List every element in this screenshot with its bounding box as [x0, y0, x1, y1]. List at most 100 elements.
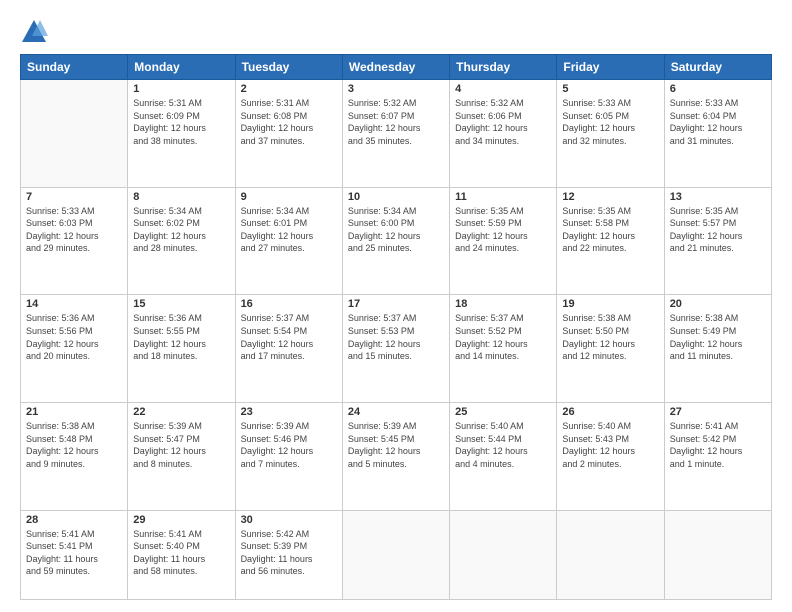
- calendar-cell: [21, 80, 128, 188]
- day-number: 9: [241, 191, 337, 203]
- day-info: Sunrise: 5:33 AMSunset: 6:03 PMDaylight:…: [26, 205, 122, 255]
- calendar-cell: [342, 510, 449, 599]
- day-info: Sunrise: 5:33 AMSunset: 6:05 PMDaylight:…: [562, 97, 658, 147]
- calendar-cell: 1 Sunrise: 5:31 AMSunset: 6:09 PMDaylight…: [128, 80, 235, 188]
- weekday-header-sunday: Sunday: [21, 55, 128, 80]
- day-number: 12: [562, 191, 658, 203]
- day-info: Sunrise: 5:37 AMSunset: 5:53 PMDaylight:…: [348, 312, 444, 362]
- day-info: Sunrise: 5:31 AMSunset: 6:09 PMDaylight:…: [133, 97, 229, 147]
- page: SundayMondayTuesdayWednesdayThursdayFrid…: [0, 0, 792, 612]
- calendar-cell: 7 Sunrise: 5:33 AMSunset: 6:03 PMDaylight…: [21, 187, 128, 295]
- calendar-cell: 20Sunrise: 5:38 AMSunset: 5:49 PMDayligh…: [664, 295, 771, 403]
- day-number: 17: [348, 298, 444, 310]
- day-number: 27: [670, 406, 766, 418]
- day-number: 16: [241, 298, 337, 310]
- calendar-cell: 15 Sunrise: 5:36 AMSunset: 5:55 PMDayligh…: [128, 295, 235, 403]
- day-info: Sunrise: 5:34 AMSunset: 6:02 PMDaylight:…: [133, 205, 229, 255]
- day-info: Sunrise: 5:31 AMSunset: 6:08 PMDaylight:…: [241, 97, 337, 147]
- day-number: 6: [670, 83, 766, 95]
- day-info: Sunrise: 5:35 AMSunset: 5:57 PMDaylight:…: [670, 205, 766, 255]
- day-number: 14: [26, 298, 122, 310]
- day-number: 5: [562, 83, 658, 95]
- calendar-cell: 25 Sunrise: 5:40 AMSunset: 5:44 PMDayligh…: [450, 402, 557, 510]
- calendar-cell: 17 Sunrise: 5:37 AMSunset: 5:53 PMDayligh…: [342, 295, 449, 403]
- day-info: Sunrise: 5:34 AMSunset: 6:01 PMDaylight:…: [241, 205, 337, 255]
- calendar-cell: 9 Sunrise: 5:34 AMSunset: 6:01 PMDaylight…: [235, 187, 342, 295]
- weekday-header-saturday: Saturday: [664, 55, 771, 80]
- day-number: 30: [241, 514, 337, 526]
- day-number: 8: [133, 191, 229, 203]
- day-info: Sunrise: 5:39 AMSunset: 5:45 PMDaylight:…: [348, 420, 444, 470]
- calendar-cell: 6 Sunrise: 5:33 AMSunset: 6:04 PMDaylight…: [664, 80, 771, 188]
- calendar-cell: [450, 510, 557, 599]
- day-number: 3: [348, 83, 444, 95]
- day-info: Sunrise: 5:38 AMSunset: 5:49 PMDaylight:…: [670, 312, 766, 362]
- calendar-cell: 26 Sunrise: 5:40 AMSunset: 5:43 PMDayligh…: [557, 402, 664, 510]
- day-number: 4: [455, 83, 551, 95]
- day-number: 1: [133, 83, 229, 95]
- logo-icon: [20, 18, 48, 46]
- weekday-header-thursday: Thursday: [450, 55, 557, 80]
- calendar-cell: 30 Sunrise: 5:42 AMSunset: 5:39 PMDayligh…: [235, 510, 342, 599]
- day-number: 28: [26, 514, 122, 526]
- calendar-cell: 8 Sunrise: 5:34 AMSunset: 6:02 PMDaylight…: [128, 187, 235, 295]
- calendar-cell: 14 Sunrise: 5:36 AMSunset: 5:56 PMDayligh…: [21, 295, 128, 403]
- day-number: 19: [562, 298, 658, 310]
- calendar-cell: 23 Sunrise: 5:39 AMSunset: 5:46 PMDayligh…: [235, 402, 342, 510]
- weekday-header-wednesday: Wednesday: [342, 55, 449, 80]
- calendar-cell: 22 Sunrise: 5:39 AMSunset: 5:47 PMDayligh…: [128, 402, 235, 510]
- week-row-1: 1 Sunrise: 5:31 AMSunset: 6:09 PMDaylight…: [21, 80, 772, 188]
- calendar-cell: 24 Sunrise: 5:39 AMSunset: 5:45 PMDayligh…: [342, 402, 449, 510]
- day-number: 18: [455, 298, 551, 310]
- day-info: Sunrise: 5:33 AMSunset: 6:04 PMDaylight:…: [670, 97, 766, 147]
- calendar-cell: [664, 510, 771, 599]
- calendar-cell: 21 Sunrise: 5:38 AMSunset: 5:48 PMDayligh…: [21, 402, 128, 510]
- day-info: Sunrise: 5:40 AMSunset: 5:44 PMDaylight:…: [455, 420, 551, 470]
- day-number: 7: [26, 191, 122, 203]
- day-info: Sunrise: 5:41 AMSunset: 5:42 PMDaylight:…: [670, 420, 766, 470]
- day-info: Sunrise: 5:39 AMSunset: 5:47 PMDaylight:…: [133, 420, 229, 470]
- calendar-cell: 5 Sunrise: 5:33 AMSunset: 6:05 PMDaylight…: [557, 80, 664, 188]
- calendar-cell: 4Sunrise: 5:32 AMSunset: 6:06 PMDaylight…: [450, 80, 557, 188]
- calendar-cell: [557, 510, 664, 599]
- day-info: Sunrise: 5:41 AMSunset: 5:41 PMDaylight:…: [26, 528, 122, 578]
- day-info: Sunrise: 5:41 AMSunset: 5:40 PMDaylight:…: [133, 528, 229, 578]
- day-info: Sunrise: 5:38 AMSunset: 5:48 PMDaylight:…: [26, 420, 122, 470]
- day-info: Sunrise: 5:36 AMSunset: 5:55 PMDaylight:…: [133, 312, 229, 362]
- calendar-cell: 27 Sunrise: 5:41 AMSunset: 5:42 PMDayligh…: [664, 402, 771, 510]
- day-number: 2: [241, 83, 337, 95]
- logo: [20, 18, 50, 46]
- day-number: 11: [455, 191, 551, 203]
- calendar-cell: 19 Sunrise: 5:38 AMSunset: 5:50 PMDayligh…: [557, 295, 664, 403]
- day-info: Sunrise: 5:38 AMSunset: 5:50 PMDaylight:…: [562, 312, 658, 362]
- calendar-cell: 16 Sunrise: 5:37 AMSunset: 5:54 PMDayligh…: [235, 295, 342, 403]
- day-number: 22: [133, 406, 229, 418]
- day-info: Sunrise: 5:32 AMSunset: 6:07 PMDaylight:…: [348, 97, 444, 147]
- day-number: 24: [348, 406, 444, 418]
- day-info: Sunrise: 5:37 AMSunset: 5:54 PMDaylight:…: [241, 312, 337, 362]
- calendar-cell: 29Sunrise: 5:41 AMSunset: 5:40 PMDayligh…: [128, 510, 235, 599]
- day-info: Sunrise: 5:39 AMSunset: 5:46 PMDaylight:…: [241, 420, 337, 470]
- header: [20, 18, 772, 46]
- week-row-2: 7 Sunrise: 5:33 AMSunset: 6:03 PMDaylight…: [21, 187, 772, 295]
- day-number: 15: [133, 298, 229, 310]
- week-row-4: 21 Sunrise: 5:38 AMSunset: 5:48 PMDayligh…: [21, 402, 772, 510]
- day-info: Sunrise: 5:35 AMSunset: 5:59 PMDaylight:…: [455, 205, 551, 255]
- weekday-header-friday: Friday: [557, 55, 664, 80]
- day-info: Sunrise: 5:36 AMSunset: 5:56 PMDaylight:…: [26, 312, 122, 362]
- week-row-3: 14 Sunrise: 5:36 AMSunset: 5:56 PMDayligh…: [21, 295, 772, 403]
- weekday-header-row: SundayMondayTuesdayWednesdayThursdayFrid…: [21, 55, 772, 80]
- day-number: 21: [26, 406, 122, 418]
- day-number: 23: [241, 406, 337, 418]
- weekday-header-tuesday: Tuesday: [235, 55, 342, 80]
- day-number: 10: [348, 191, 444, 203]
- day-info: Sunrise: 5:37 AMSunset: 5:52 PMDaylight:…: [455, 312, 551, 362]
- calendar-cell: 28 Sunrise: 5:41 AMSunset: 5:41 PMDayligh…: [21, 510, 128, 599]
- day-info: Sunrise: 5:42 AMSunset: 5:39 PMDaylight:…: [241, 528, 337, 578]
- calendar-cell: 11 Sunrise: 5:35 AMSunset: 5:59 PMDayligh…: [450, 187, 557, 295]
- day-info: Sunrise: 5:40 AMSunset: 5:43 PMDaylight:…: [562, 420, 658, 470]
- day-number: 26: [562, 406, 658, 418]
- calendar-cell: 2 Sunrise: 5:31 AMSunset: 6:08 PMDaylight…: [235, 80, 342, 188]
- calendar-cell: 10Sunrise: 5:34 AMSunset: 6:00 PMDayligh…: [342, 187, 449, 295]
- day-number: 25: [455, 406, 551, 418]
